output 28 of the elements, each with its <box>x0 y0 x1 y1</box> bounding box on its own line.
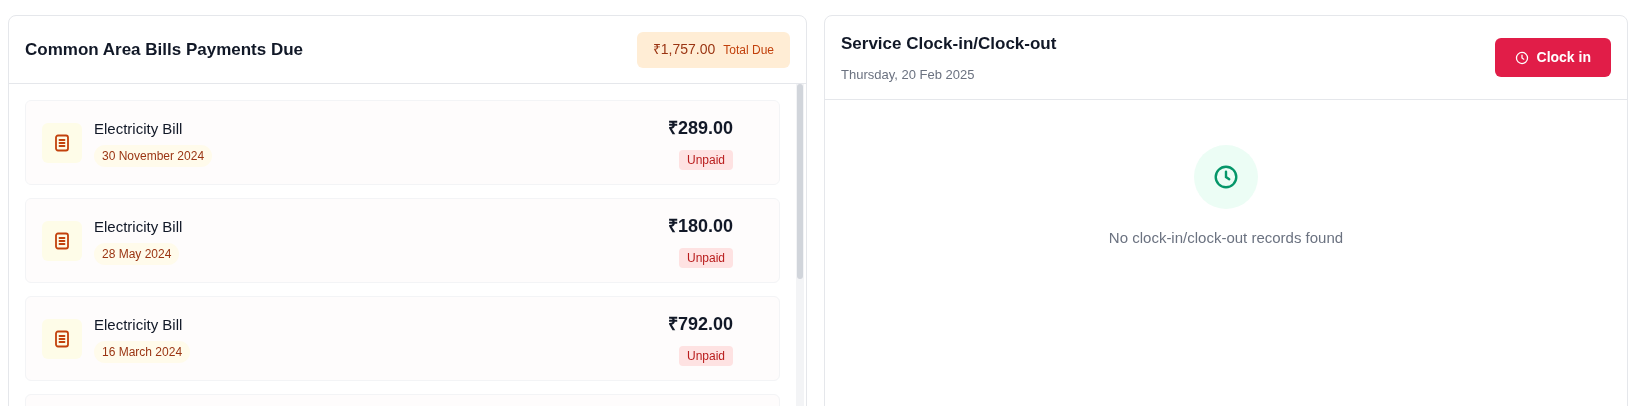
bill-card[interactable]: Electricity Bill 30 November 2024 ₹289.00 Unpaid <box>25 100 780 185</box>
clock-in-button[interactable]: Clock in <box>1494 38 1611 77</box>
bill-amount: ₹180.00 <box>667 215 733 238</box>
clock-icon <box>1213 164 1239 190</box>
bill-date: 16 March 2024 <box>94 340 191 363</box>
total-label: Total Due <box>723 41 774 59</box>
bill-card[interactable]: Electricity Bill 28 May 2024 ₹180.00 Unpaid <box>25 198 780 283</box>
status-tag: Unpaid <box>678 346 733 366</box>
panel-title: Service Clock-in/Clock-out <box>841 33 1057 55</box>
scrollbar[interactable] <box>796 84 804 406</box>
bill-card[interactable]: Electricity Bill 16 March 2024 ₹792.00 Unpaid <box>25 296 780 381</box>
bill-date: 28 May 2024 <box>94 242 180 265</box>
empty-message: No clock-in/clock-out records found <box>1108 228 1344 248</box>
panel-title: Common Area Bills Payments Due <box>25 38 304 61</box>
status-tag: Unpaid <box>678 150 733 170</box>
bill-amount: ₹792.00 <box>667 313 733 336</box>
bill-name: Electricity Bill <box>94 119 183 140</box>
bill-date: 30 November 2024 <box>94 144 213 167</box>
total-amount: ₹1,757.00 <box>652 40 716 59</box>
bill-name: Electricity Bill <box>94 217 183 238</box>
document-icon <box>54 231 70 250</box>
document-icon <box>54 329 70 348</box>
bill-amount: ₹289.00 <box>667 117 733 140</box>
bill-name: Electricity Bill <box>94 315 183 336</box>
clock-icon <box>1514 50 1529 65</box>
panel-date: Thursday, 20 Feb 2025 <box>841 65 976 84</box>
document-icon <box>54 133 70 152</box>
status-tag: Unpaid <box>678 248 733 268</box>
